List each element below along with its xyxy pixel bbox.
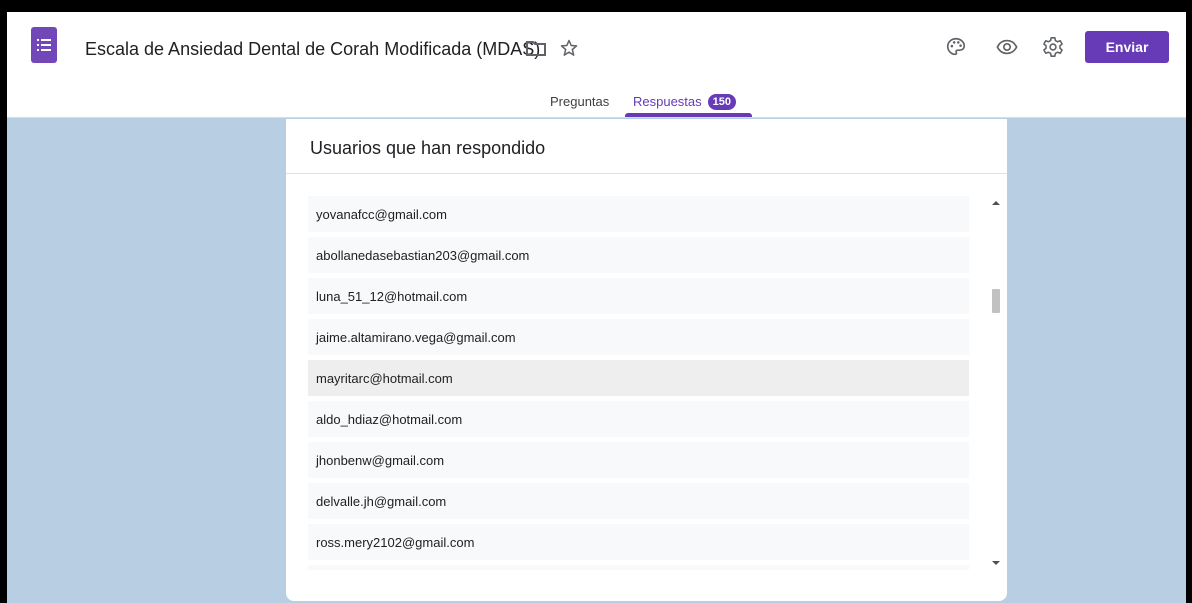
response-count-badge: 150 <box>707 93 737 110</box>
list-item[interactable]: luna_51_12@hotmail.com <box>308 278 969 314</box>
star-icon[interactable] <box>557 36 581 60</box>
folder-icon[interactable] <box>524 36 548 60</box>
app-window: Escala de Ansiedad Dental de Corah Modif… <box>7 12 1186 603</box>
form-title[interactable]: Escala de Ansiedad Dental de Corah Modif… <box>85 39 540 60</box>
list-item[interactable]: ross.mery2102@gmail.com <box>308 524 969 560</box>
scroll-down-arrow-icon[interactable] <box>989 556 1003 570</box>
card-title: Usuarios que han respondido <box>310 138 546 158</box>
list-item[interactable]: yovanafcc@gmail.com <box>308 196 969 232</box>
tab-bar: Preguntas Respuestas 150 <box>7 85 1186 118</box>
list-item[interactable] <box>308 565 969 570</box>
respondent-list[interactable]: yovanafcc@gmail.com abollanedasebastian2… <box>308 196 969 570</box>
palette-icon[interactable] <box>942 33 970 61</box>
preview-eye-icon[interactable] <box>993 33 1021 61</box>
list-item[interactable]: abollanedasebastian203@gmail.com <box>308 237 969 273</box>
list-item[interactable]: aldo_hdiaz@hotmail.com <box>308 401 969 437</box>
tab-responses-label: Respuestas <box>633 94 702 109</box>
list-item[interactable]: jaime.altamirano.vega@gmail.com <box>308 319 969 355</box>
scroll-thumb[interactable] <box>992 289 1000 313</box>
send-button[interactable]: Enviar <box>1085 31 1169 63</box>
tab-questions-label: Preguntas <box>550 94 610 109</box>
list-item[interactable]: mayritarc@hotmail.com <box>308 360 969 396</box>
list-scrollbar[interactable] <box>989 196 1003 570</box>
divider <box>286 173 1007 174</box>
list-item[interactable]: jhonbenw@gmail.com <box>308 442 969 478</box>
forms-logo-icon[interactable] <box>31 27 57 63</box>
top-bar: Escala de Ansiedad Dental de Corah Modif… <box>7 12 1186 118</box>
tab-questions[interactable]: Preguntas <box>550 85 609 118</box>
scroll-up-arrow-icon[interactable] <box>989 196 1003 210</box>
respondents-card: Usuarios que han respondido yovanafcc@gm… <box>286 119 1007 601</box>
list-item[interactable]: delvalle.jh@gmail.com <box>308 483 969 519</box>
settings-gear-icon[interactable] <box>1039 33 1067 61</box>
active-tab-indicator <box>625 113 752 117</box>
